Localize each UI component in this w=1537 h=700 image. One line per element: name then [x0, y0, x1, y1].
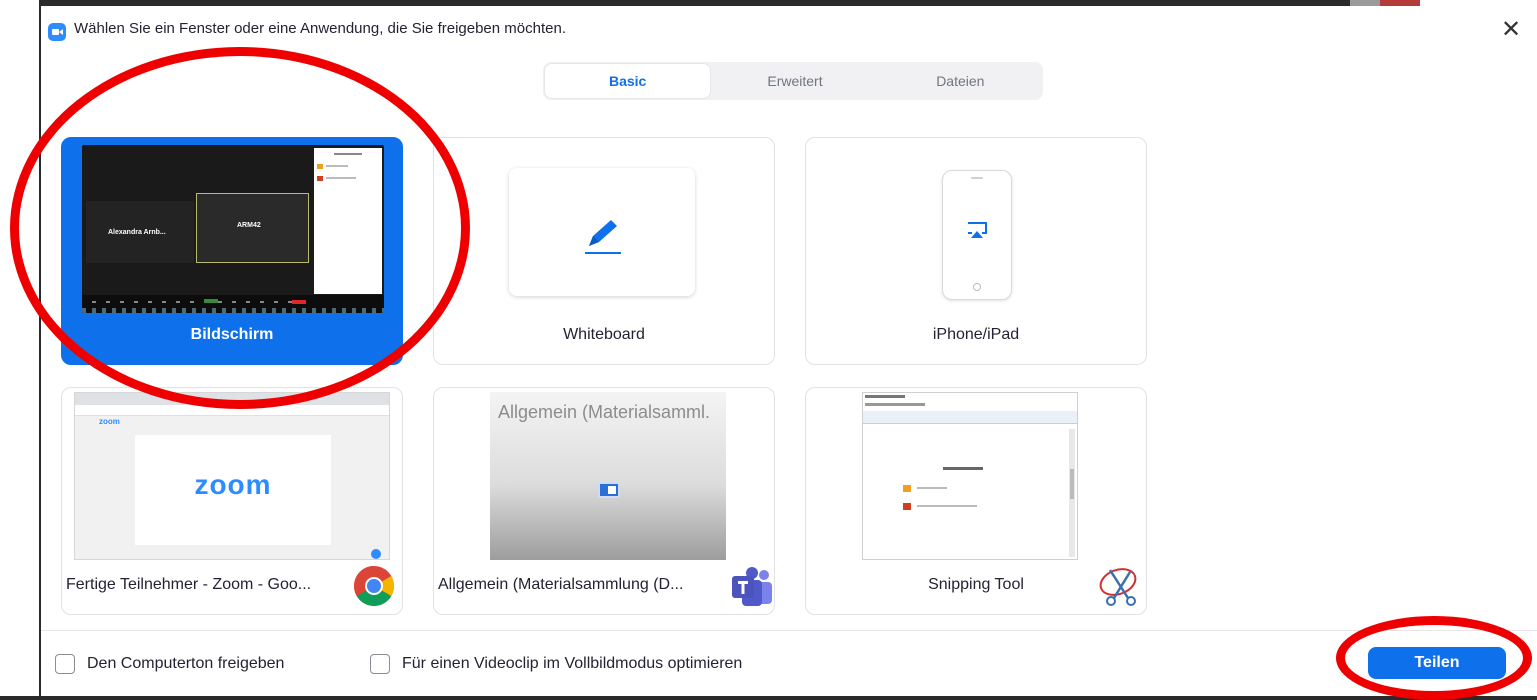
chrome-window-thumbnail: zoom zoom	[74, 392, 390, 560]
close-icon[interactable]: ✕	[1497, 16, 1525, 44]
screen-thumbnail: Alexandra Arnb... ARM42	[82, 145, 384, 313]
tab-erweitert[interactable]: Erweitert	[712, 62, 877, 100]
thumb-blue-dot	[371, 549, 381, 559]
computer-sound-label: Den Computerton freigeben	[87, 655, 285, 672]
thumb-scrollbar	[1069, 429, 1075, 557]
thumb-end-button	[292, 300, 306, 304]
thumb-name-line	[326, 177, 356, 179]
share-option-label: Allgemein (Materialsammlung (D...	[438, 576, 684, 593]
thumb-menu-line	[865, 395, 905, 398]
teams-window-thumbnail: Allgemein (Materialsamml.	[490, 392, 726, 560]
share-option-label: Snipping Tool	[928, 576, 1024, 593]
thumb-avatar	[903, 485, 911, 492]
window-bottom-border	[0, 696, 1537, 700]
thumb-tabbar	[75, 393, 389, 405]
share-option-label: Whiteboard	[563, 326, 645, 343]
share-tabs: Basic Erweitert Dateien	[543, 62, 1043, 100]
share-option-iphone-ipad[interactable]: iPhone/iPad	[805, 137, 1147, 365]
thumb-avatar	[317, 176, 323, 181]
window-left-border	[0, 0, 41, 700]
tab-basic[interactable]: Basic	[545, 64, 711, 98]
thumb-zoom-logo: zoom	[194, 469, 272, 500]
phone-speaker	[971, 177, 983, 179]
thumb-name-line	[326, 165, 348, 167]
thumb-toolbar	[863, 411, 1077, 424]
thumb-share-button	[204, 299, 218, 303]
share-option-label: Fertige Teilnehmer - Zoom - Goo...	[66, 576, 312, 593]
thumb-title-text: Allgemein (Materialsamml.	[498, 402, 711, 422]
teams-icon	[732, 567, 772, 606]
thumb-avatar	[903, 503, 911, 510]
share-option-whiteboard[interactable]: Whiteboard	[433, 137, 775, 365]
thumb-avatar	[317, 164, 323, 169]
thumb-addressbar	[75, 405, 389, 416]
thumb-menu-line	[865, 403, 925, 406]
thumb-heading	[943, 467, 983, 470]
phone-icon	[942, 170, 1012, 300]
pen-underline	[585, 252, 621, 254]
thumb-page-card: zoom	[135, 435, 331, 545]
share-option-label: iPhone/iPad	[932, 326, 1020, 343]
computer-sound-checkbox[interactable]	[55, 654, 75, 674]
thumb-participant-name: ARM42	[237, 222, 261, 229]
video-optimize-checkbox[interactable]	[370, 654, 390, 674]
tab-dateien[interactable]: Dateien	[878, 62, 1043, 100]
video-optimize-label: Für einen Videoclip im Vollbildmodus opt…	[402, 655, 743, 672]
share-option-screen[interactable]: Alexandra Arnb... ARM42 Bildschirm	[61, 137, 403, 365]
share-option-snipping-tool[interactable]: Snipping Tool	[805, 387, 1147, 615]
thumb-name-line	[917, 487, 947, 489]
share-option-chrome-window[interactable]: zoom zoom Fertige Teilnehmer - Zoom - Go…	[61, 387, 403, 615]
share-dialog: Wählen Sie ein Fenster oder eine Anwendu…	[41, 6, 1537, 696]
phone-home-button	[973, 283, 981, 291]
thumb-video-tile-active: ARM42	[196, 193, 309, 263]
thumb-share-icon	[598, 482, 620, 498]
airplay-icon	[968, 222, 987, 238]
footer-divider	[41, 630, 1537, 631]
share-option-teams-window[interactable]: Allgemein (Materialsamml. Allgemein (Mat…	[433, 387, 775, 615]
share-option-label: Bildschirm	[190, 326, 274, 343]
thumb-participant-name: Alexandra Arnb...	[108, 229, 166, 236]
scissors-icon	[1099, 568, 1137, 606]
thumb-toolbar-icons	[92, 301, 292, 303]
dialog-title: Wählen Sie ein Fenster oder eine Anwendu…	[74, 20, 566, 37]
thumb-small-logo: zoom	[99, 417, 120, 426]
chrome-icon	[354, 566, 394, 606]
snipping-tool-thumbnail	[862, 392, 1078, 560]
thumb-video-tile: Alexandra Arnb...	[86, 201, 194, 263]
thumb-taskbar	[82, 308, 384, 313]
share-button[interactable]: Teilen	[1368, 647, 1506, 679]
zoom-logo-icon	[48, 23, 66, 41]
thumb-participants-panel	[314, 148, 382, 294]
thumb-name-line	[917, 505, 977, 507]
pen-icon	[589, 220, 617, 246]
thumb-panel-header	[334, 153, 362, 155]
whiteboard-preview	[509, 168, 695, 296]
